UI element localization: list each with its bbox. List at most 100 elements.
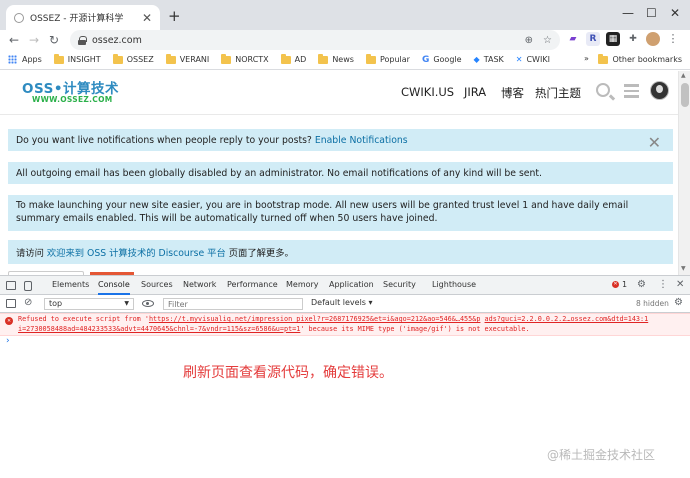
forward-arrow-icon[interactable]: → [24,33,44,47]
url-text[interactable]: ossez.com [92,35,515,46]
lock-icon [78,35,87,45]
bookmark-star-icon[interactable]: ☆ [543,35,552,46]
enable-notifications-link[interactable]: Enable Notifications [315,135,408,146]
search-icon[interactable] [596,83,610,97]
scroll-up-icon[interactable]: ▲ [681,72,686,79]
qr-extension-icon[interactable]: ▦ [606,32,620,46]
reload-icon[interactable]: ↻ [44,33,64,47]
bookmarks-overflow-button[interactable]: » [584,54,589,63]
devtools-tabbar: Elements Console Sources Network Perform… [0,276,690,295]
tab-lighthouse[interactable]: Lighthouse [432,280,476,289]
notification-prompt-text: Do you want live notifications when peop… [16,134,408,146]
user-avatar[interactable] [650,81,669,100]
site-favicon-icon [14,12,24,23]
new-tab-button[interactable]: + [168,7,181,25]
device-toolbar-icon[interactable] [24,281,32,291]
folder-icon [53,53,64,64]
tab-memory[interactable]: Memory [286,280,319,289]
welcome-banner: 请访问 欢迎来到 OSS 计算技术的 Discourse 平台 页面了解更多。 [8,240,673,264]
bookmark-task[interactable]: ◆ TASK [474,55,504,64]
scroll-down-icon[interactable]: ▼ [681,265,686,272]
folder-icon [598,53,609,64]
tab-elements[interactable]: Elements [52,280,89,289]
install-app-icon[interactable]: ⊕ [525,35,533,46]
notification-prompt-banner: Do you want live notifications when peop… [8,129,673,152]
folder-icon [112,53,123,64]
console-filter-input[interactable] [163,298,303,310]
profile-avatar[interactable] [646,32,660,46]
bookmark-popular[interactable]: Popular [365,53,410,64]
close-window-button[interactable]: ✕ [670,6,680,20]
extensions-puzzle-icon[interactable]: ✚ [626,32,640,46]
other-bookmarks[interactable]: Other bookmarks [598,53,682,64]
bookmark-ossez[interactable]: OSSEZ [112,53,154,64]
tab-network[interactable]: Network [183,280,216,289]
welcome-topic-link[interactable]: 欢迎来到 OSS 计算技术的 Discourse 平台 [47,248,226,259]
email-disabled-banner: All outgoing email has been globally dis… [8,162,673,184]
error-source-link-2[interactable]: ads?guci=2.2.0.0.2.2…ossez.com&dtd=143:1 [485,315,649,323]
back-arrow-icon[interactable]: ← [4,33,24,47]
tab-strip: OSSEZ - 开源计算科学 ✕ + — ☐ ✕ [0,0,690,30]
bookmark-cwiki[interactable]: ✕ CWIKI [516,55,550,64]
folder-icon [165,53,176,64]
folder-icon [221,53,232,64]
maximize-button[interactable]: ☐ [646,6,657,20]
bookmark-verani[interactable]: VERANI [165,53,209,64]
live-expression-eye-icon[interactable] [142,300,154,307]
devtools-close-icon[interactable]: ✕ [676,279,684,290]
browser-toolbar: ← → ↻ ossez.com ⊕ ☆ ▰ R ▦ ✚ ⋮ [0,30,690,50]
browser-tab[interactable]: OSSEZ - 开源计算科学 ✕ [6,5,160,30]
chevron-down-icon: ▼ [124,300,129,307]
context-selector[interactable]: top ▼ [44,298,134,310]
devtools-menu-icon[interactable]: ⋮ [658,279,668,290]
tab-close-icon[interactable]: ✕ [142,11,152,25]
bookmark-norctx[interactable]: NORCTX [221,53,269,64]
bookmark-ad[interactable]: AD [280,53,306,64]
bookmark-news[interactable]: News [318,53,354,64]
site-logo[interactable]: OSS•计算技术 [22,77,119,97]
close-banner-icon[interactable]: ✕ [648,133,661,152]
sidebar-toggle-icon[interactable] [6,299,16,308]
nav-cwiki[interactable]: CWIKI.US [401,85,454,99]
bookmark-insight[interactable]: INSIGHT [53,53,101,64]
scrollbar-thumb[interactable] [681,83,689,107]
nav-hot-topics[interactable]: 热门主题 [535,85,581,101]
error-count-badge[interactable]: ✕ 1 [612,280,627,289]
page-viewport: OSS•计算技术 WWW.OSSEZ.COM CWIKI.US JIRA 博客 … [0,71,678,275]
minimize-button[interactable]: — [622,6,634,20]
tab-performance[interactable]: Performance [227,280,278,289]
browser-menu-icon[interactable]: ⋮ [666,32,680,46]
page-scrollbar[interactable]: ▲ ▼ [678,71,690,275]
google-icon: G [421,54,430,65]
address-bar[interactable]: ossez.com ⊕ ☆ [70,30,560,50]
bookmark-apps[interactable]: Apps [8,55,42,64]
jira-icon: ◆ [473,55,480,64]
tab-sources[interactable]: Sources [141,280,173,289]
email-disabled-text: All outgoing email has been globally dis… [16,167,543,179]
folder-icon [318,53,329,64]
site-header: OSS•计算技术 WWW.OSSEZ.COM CWIKI.US JIRA 博客 … [0,71,678,115]
log-levels-dropdown[interactable]: Default levels ▾ [311,298,373,307]
inspect-element-icon[interactable] [6,281,16,290]
cart-extension-icon[interactable]: ▰ [566,32,580,46]
nav-jira[interactable]: JIRA [464,85,486,99]
annotation-caption: 刷新页面查看源代码，确定错误。 [183,365,393,381]
error-source-link[interactable]: https://t.myvisualiq.net/impression_pixe… [149,315,480,323]
bookmarks-bar: Apps INSIGHT OSSEZ VERANI NORCTX AD News… [0,50,690,70]
tab-application[interactable]: Application [329,280,374,289]
hamburger-menu-icon[interactable] [624,84,639,98]
console-filter-bar: ⊘ top ▼ Default levels ▾ 8 hidden ⚙ [0,295,690,313]
bookmark-google[interactable]: G Google [422,55,462,65]
console-prompt[interactable]: › [6,336,10,346]
r-extension-icon[interactable]: R [586,32,600,46]
error-source-link-3[interactable]: i=2730058488ad=484233533&advt=4470645&ch… [18,325,300,333]
console-settings-icon[interactable]: ⚙ [674,297,683,308]
confluence-icon: ✕ [515,55,523,64]
tab-console[interactable]: Console [98,276,130,295]
bootstrap-mode-banner: To make launching your new site easier, … [8,195,673,231]
nav-blog[interactable]: 博客 [501,85,524,101]
devtools-settings-icon[interactable]: ⚙ [637,279,646,290]
hidden-messages-count: 8 hidden [636,299,669,308]
clear-console-icon[interactable]: ⊘ [24,297,32,308]
tab-security[interactable]: Security [383,280,416,289]
